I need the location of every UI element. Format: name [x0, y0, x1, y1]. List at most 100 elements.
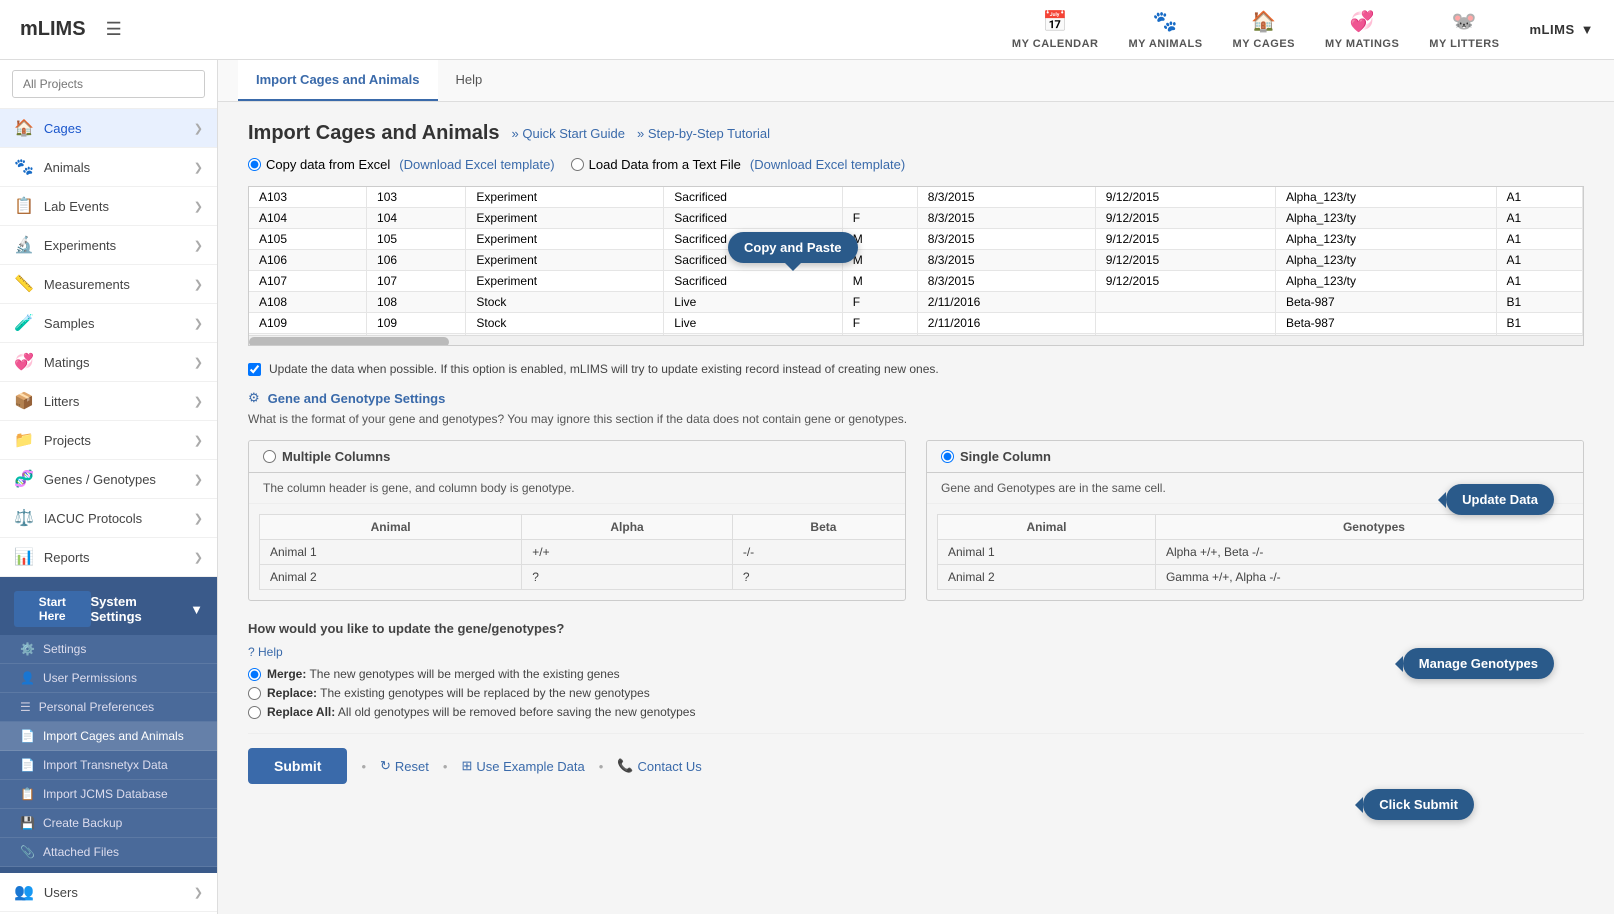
radio-load[interactable]: [571, 158, 584, 171]
sidebar-item-projects[interactable]: 📁 Projects ❯: [0, 421, 217, 460]
top-nav-right: 📅 MY CALENDAR 🐾 MY ANIMALS 🏠 MY CAGES 💞 …: [1012, 9, 1594, 50]
chevron-icon: ❯: [194, 886, 203, 899]
radio-replace-option[interactable]: Replace: The existing genotypes will be …: [248, 686, 1584, 700]
tab-import[interactable]: Import Cages and Animals: [238, 60, 438, 101]
horizontal-scrollbar[interactable]: [249, 335, 1583, 346]
table-cell: Live: [664, 292, 842, 313]
sidebar-item-matings[interactable]: 💞 Matings ❯: [0, 343, 217, 382]
reset-icon: ↻: [380, 758, 391, 774]
download-excel-copy-link[interactable]: (Download Excel template): [399, 157, 554, 172]
gear-icon: ⚙: [248, 390, 260, 406]
genotype-help-link[interactable]: ? Help: [248, 645, 283, 659]
genes-nav-icon: 🧬: [14, 469, 34, 489]
bottom-bar: Submit • ↻ Reset • ⊞ Use Example Data • …: [248, 733, 1584, 794]
sidebar-item-animals[interactable]: 🐾 Animals ❯: [0, 148, 217, 187]
sidebar-item-measurements[interactable]: 📏 Measurements ❯: [0, 265, 217, 304]
radio-replace-all-option[interactable]: Replace All: All old genotypes will be r…: [248, 705, 1584, 719]
sidebar: 🏠 Cages ❯ 🐾 Animals ❯ 📋 Lab Events ❯: [0, 60, 218, 914]
table-cell: ?: [732, 565, 906, 590]
table-cell: Experiment: [466, 208, 664, 229]
hamburger-menu[interactable]: ☰: [106, 19, 122, 40]
radio-load-label[interactable]: Load Data from a Text File (Download Exc…: [571, 157, 906, 172]
radio-copy-label[interactable]: Copy data from Excel (Download Excel tem…: [248, 157, 555, 172]
sidebar-item-lab-events[interactable]: 📋 Lab Events ❯: [0, 187, 217, 226]
brand-logo: mLIMS: [20, 18, 86, 41]
radio-multiple[interactable]: [263, 450, 276, 463]
tutorial-link[interactable]: » Step-by-Step Tutorial: [637, 126, 770, 141]
project-input[interactable]: [12, 70, 205, 98]
sidebar-item-cages[interactable]: 🏠 Cages ❯: [0, 109, 217, 148]
gene-multiple-table: Animal Alpha Beta Animal 1+/+-/-Animal 2…: [259, 514, 906, 590]
contact-link[interactable]: 📞 Contact Us: [617, 758, 702, 774]
iacuc-nav-icon: ⚖️: [14, 508, 34, 528]
radio-replace[interactable]: [248, 687, 261, 700]
nav-animals[interactable]: 🐾 MY ANIMALS: [1128, 9, 1202, 50]
radio-replace-all[interactable]: [248, 706, 261, 719]
radio-merge-option[interactable]: Merge: The new genotypes will be merged …: [248, 667, 1584, 681]
chevron-icon: ❯: [194, 395, 203, 408]
download-excel-load-link[interactable]: (Download Excel template): [750, 157, 905, 172]
sub-item-import-jcms[interactable]: 📋 Import JCMS Database: [0, 780, 217, 809]
radio-merge[interactable]: [248, 668, 261, 681]
table-cell: 9/12/2015: [1095, 271, 1275, 292]
submit-button[interactable]: Submit: [248, 748, 347, 784]
chevron-icon: ❯: [194, 278, 203, 291]
nav-matings[interactable]: 💞 MY MATINGS: [1325, 9, 1399, 50]
sub-item-import-transnetyx[interactable]: 📄 Import Transnetyx Data: [0, 751, 217, 780]
use-example-link[interactable]: ⊞ Use Example Data: [461, 758, 584, 774]
sub-item-import-cages[interactable]: 📄 Import Cages and Animals: [0, 722, 217, 751]
table-cell: B1: [1496, 313, 1583, 334]
gene-settings-link[interactable]: Gene and Genotype Settings: [268, 391, 446, 406]
sidebar-item-samples[interactable]: 🧪 Samples ❯: [0, 304, 217, 343]
user-menu[interactable]: mLIMS ▼: [1530, 22, 1595, 37]
genotype-question: How would you like to update the gene/ge…: [248, 621, 1584, 636]
chevron-down-icon: ▼: [1581, 22, 1594, 37]
table-row: A109109StockLiveF2/11/2016Beta-987B1: [249, 313, 1583, 334]
table-cell: A109: [249, 313, 367, 334]
quick-start-link[interactable]: » Quick Start Guide: [512, 126, 625, 141]
gene-columns: Multiple Columns The column header is ge…: [248, 440, 1584, 601]
system-settings-section: Start Here System Settings ▼ ⚙️ Settings…: [0, 577, 217, 873]
sub-item-personal-preferences[interactable]: ☰ Personal Preferences: [0, 693, 217, 722]
tab-help[interactable]: Help: [438, 60, 501, 101]
sidebar-item-experiments[interactable]: 🔬 Experiments ❯: [0, 226, 217, 265]
table-cell: F: [842, 292, 917, 313]
radio-copy[interactable]: [248, 158, 261, 171]
table-cell: Animal 1: [260, 540, 522, 565]
sub-item-create-backup[interactable]: 💾 Create Backup: [0, 809, 217, 838]
table-cell: A1: [1496, 187, 1583, 208]
nav-cages[interactable]: 🏠 MY CAGES: [1233, 9, 1295, 50]
table-header: Beta: [732, 515, 906, 540]
table-row: Animal 1Alpha +/+, Beta -/-: [938, 540, 1585, 565]
nav-calendar[interactable]: 📅 MY CALENDAR: [1012, 9, 1099, 50]
radio-single[interactable]: [941, 450, 954, 463]
table-header: Alpha: [522, 515, 733, 540]
sub-item-attached-files[interactable]: 📎 Attached Files: [0, 838, 217, 867]
table-cell: 8/3/2015: [917, 208, 1095, 229]
system-settings-label: System Settings: [91, 594, 191, 624]
radio-single-label[interactable]: Single Column: [941, 449, 1051, 464]
sub-item-user-permissions[interactable]: 👤 User Permissions: [0, 664, 217, 693]
radio-row: Copy data from Excel (Download Excel tem…: [248, 157, 1584, 172]
cages-nav-icon: 🏠: [14, 118, 34, 138]
update-checkbox[interactable]: [248, 363, 261, 376]
chevron-icon: ❯: [194, 473, 203, 486]
table-cell: Alpha +/+, Beta -/-: [1155, 540, 1584, 565]
radio-multiple-label[interactable]: Multiple Columns: [263, 449, 390, 464]
sidebar-item-iacuc[interactable]: ⚖️ IACUC Protocols ❯: [0, 499, 217, 538]
table-cell: 8/3/2015: [917, 271, 1095, 292]
example-icon: ⊞: [461, 758, 472, 774]
sidebar-item-users[interactable]: 👥 Users ❯: [0, 873, 217, 912]
table-cell: Experiment: [466, 250, 664, 271]
table-cell: Alpha_123/ty: [1275, 229, 1496, 250]
nav-litters[interactable]: 🐭 MY LITTERS: [1429, 9, 1499, 50]
sub-item-settings[interactable]: ⚙️ Settings: [0, 635, 217, 664]
sidebar-item-reports[interactable]: 📊 Reports ❯: [0, 538, 217, 577]
sidebar-item-litters[interactable]: 📦 Litters ❯: [0, 382, 217, 421]
reset-link[interactable]: ↻ Reset: [380, 758, 429, 774]
sidebar-item-genes[interactable]: 🧬 Genes / Genotypes ❯: [0, 460, 217, 499]
table-cell: 9/12/2015: [1095, 250, 1275, 271]
system-settings-header[interactable]: Start Here System Settings ▼: [0, 583, 217, 635]
table-cell: F: [842, 313, 917, 334]
table-cell: 9/12/2015: [1095, 187, 1275, 208]
